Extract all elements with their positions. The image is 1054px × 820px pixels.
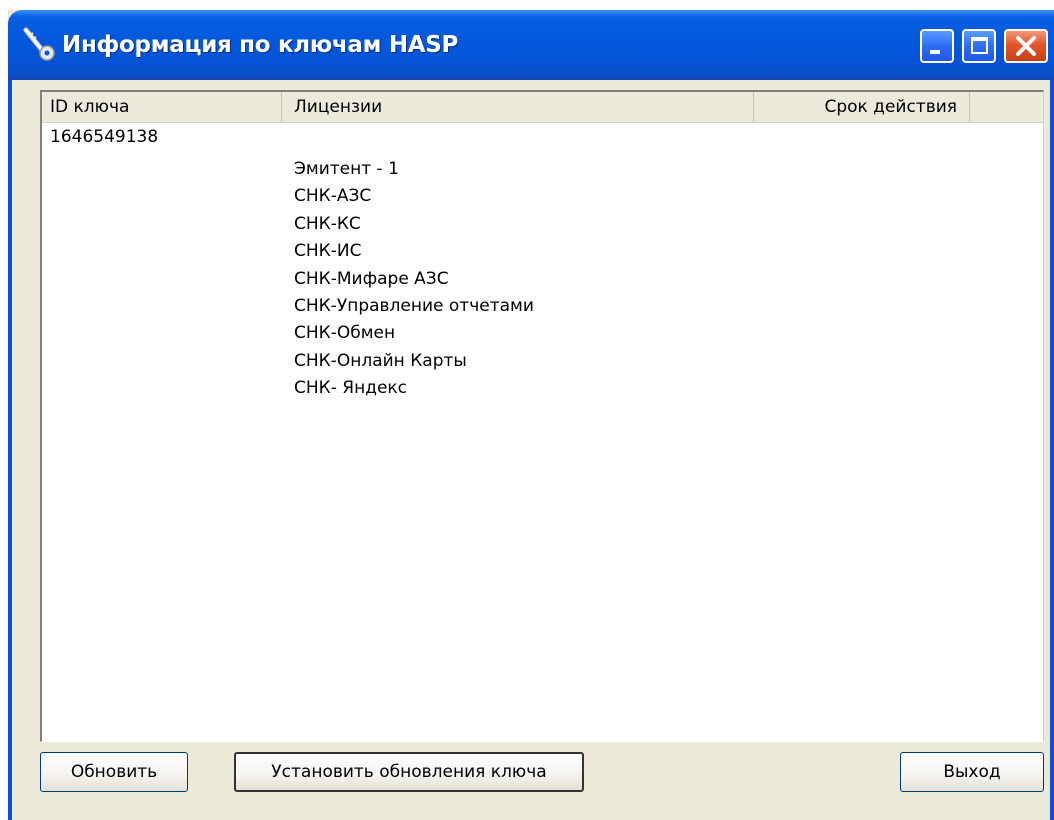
- install-key-updates-button[interactable]: Установить обновления ключа: [234, 752, 584, 792]
- license-item[interactable]: СНК-АЗС: [294, 183, 534, 210]
- license-item[interactable]: СНК-Управление отчетами: [294, 293, 534, 320]
- hasp-info-window: Информация по ключам HASP ID ключа Лицен…: [8, 10, 1054, 820]
- refresh-button[interactable]: Обновить: [40, 752, 188, 792]
- key-icon: [23, 27, 55, 61]
- minimize-icon: [930, 50, 940, 54]
- hasp-keys-list[interactable]: ID ключа Лицензии Срок действия 16465491…: [40, 90, 1044, 742]
- license-item[interactable]: СНК-Онлайн Карты: [294, 348, 534, 375]
- window-border-right: [1050, 80, 1054, 820]
- window-border-left: [8, 80, 12, 820]
- exit-button[interactable]: Выход: [900, 752, 1044, 792]
- window-title: Информация по ключам HASP: [62, 32, 459, 58]
- license-item[interactable]: СНК-Мифаре АЗС: [294, 266, 534, 293]
- maximize-button[interactable]: [962, 29, 996, 63]
- column-header-key-id[interactable]: ID ключа: [42, 92, 282, 122]
- close-button[interactable]: [1004, 29, 1048, 63]
- list-header: ID ключа Лицензии Срок действия: [42, 92, 1043, 123]
- maximize-icon: [971, 37, 988, 54]
- license-list: Эмитент - 1 СНК-АЗС СНК-КС СНК-ИС СНК-Ми…: [294, 156, 534, 403]
- license-item[interactable]: СНК-КС: [294, 211, 534, 238]
- license-item[interactable]: СНК-Обмен: [294, 320, 534, 347]
- minimize-button[interactable]: [920, 29, 954, 63]
- title-bar[interactable]: Информация по ключам HASP: [8, 10, 1054, 80]
- column-header-licenses[interactable]: Лицензии: [282, 92, 754, 122]
- column-header-expiry[interactable]: Срок действия: [754, 92, 970, 122]
- close-icon: [1016, 36, 1036, 56]
- license-item[interactable]: Эмитент - 1: [294, 156, 534, 183]
- license-item[interactable]: СНК- Яндекс: [294, 375, 534, 402]
- license-item[interactable]: СНК-ИС: [294, 238, 534, 265]
- key-id-cell[interactable]: 1646549138: [50, 126, 158, 148]
